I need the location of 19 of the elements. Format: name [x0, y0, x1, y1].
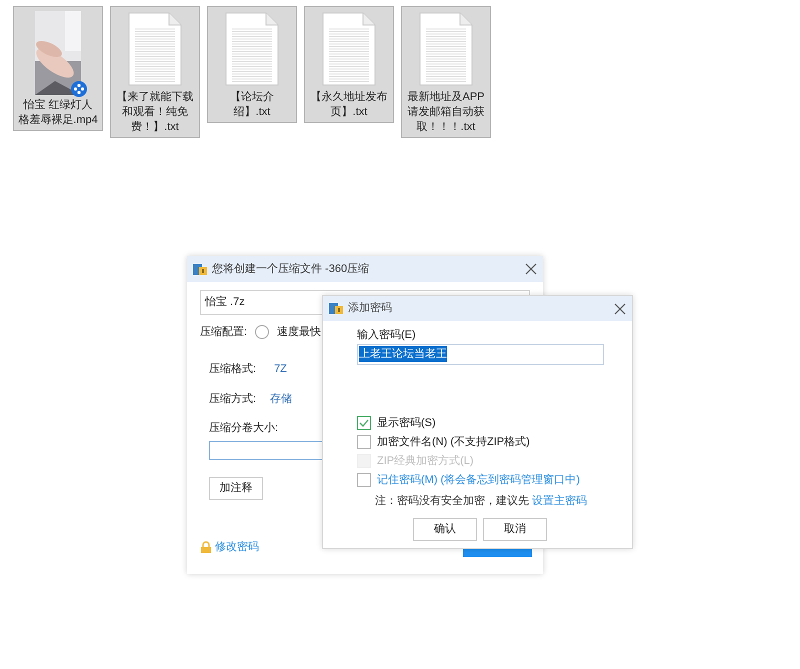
window-title: 您将创建一个压缩文件 -360压缩 [212, 262, 370, 277]
file-name: 怡宝 红绿灯人格羞辱裸足.mp4 [18, 98, 98, 128]
file-name: 最新地址及APP请发邮箱自动获取！！！.txt [406, 90, 486, 135]
password-label: 输入密码(E) [357, 328, 417, 343]
checkbox-label: 记住密码(M) (将会备忘到密码管理窗口中) [377, 472, 580, 488]
file-name: 【论坛介绍】.txt [229, 90, 275, 120]
checkbox-label: 加密文件名(N) (不支持ZIP格式) [377, 434, 530, 450]
checkbox-label: 显示密码(S) [377, 416, 436, 431]
config-label: 压缩配置: [200, 324, 248, 340]
file-name: 【来了就能下载和观看！纯免费！】.txt [116, 90, 194, 135]
radio-label: 速度最快 [277, 324, 322, 340]
volume-label: 压缩分卷大小: [209, 420, 278, 436]
checkbox-label: ZIP经典加密方式(L) [377, 454, 474, 469]
window-title: 添加密码 [348, 300, 393, 316]
password-value: 上老王论坛当老王 [359, 346, 447, 362]
note-text: 注：密码没有安全加密，建议先 [375, 494, 529, 508]
format-label: 压缩格式: [209, 362, 256, 378]
method-label: 压缩方式: [209, 392, 256, 408]
file-name: 【永久地址发布页】.txt [310, 90, 388, 120]
